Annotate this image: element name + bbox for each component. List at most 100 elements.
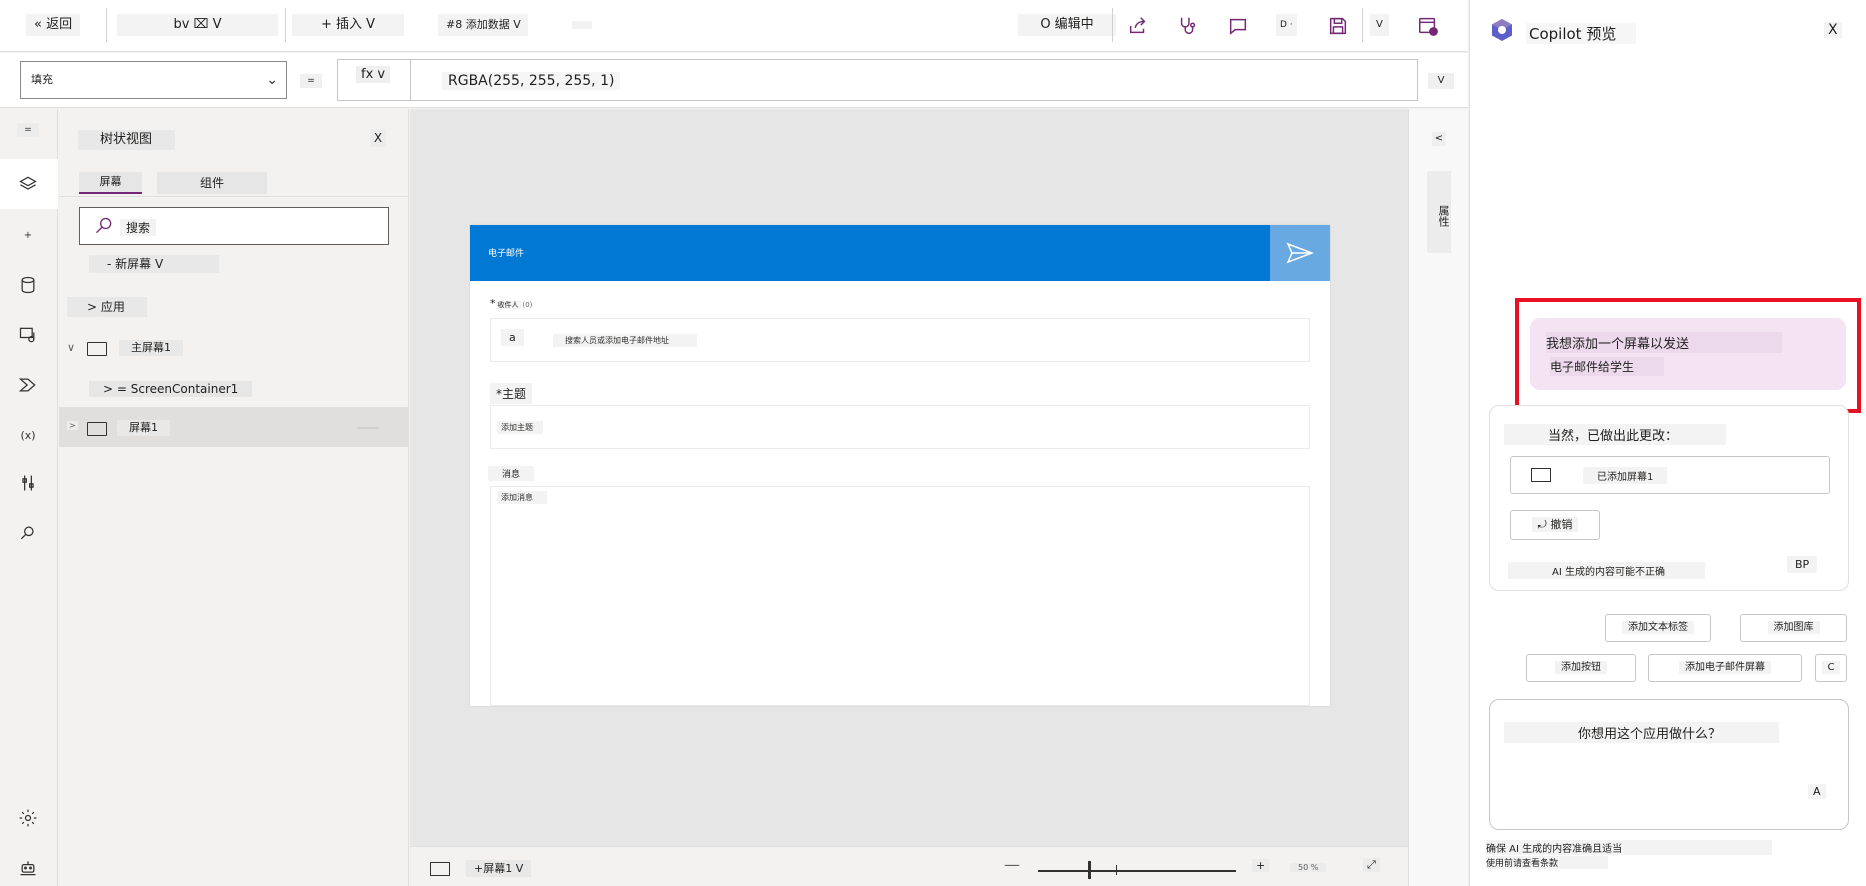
comments-icon[interactable] xyxy=(1224,12,1252,40)
zoom-slider-thumb[interactable] xyxy=(1088,861,1091,879)
footer-disclaimer: 确保 AI 生成的内容准确且适当 xyxy=(1486,840,1773,855)
fit-to-window-button[interactable]: ⤢ xyxy=(1363,858,1380,872)
screen-selector[interactable]: +屏幕1 V xyxy=(466,860,532,877)
added-screen-item[interactable]: 已添加屏幕1 xyxy=(1510,456,1830,494)
tree-view-title: 树状视图 xyxy=(78,130,175,150)
suggestion-refresh-button[interactable]: C xyxy=(1815,654,1847,682)
close-tree-button[interactable]: X xyxy=(370,129,386,147)
send-button[interactable] xyxy=(1270,225,1330,281)
email-screen-preview: 电子邮件 * 收件人 (0) a 搜索人员或添加电子邮件地址 *主题 添加主题 消息… xyxy=(470,225,1330,706)
app-checker-stethoscope-icon[interactable] xyxy=(1174,12,1202,40)
avatar: a xyxy=(501,329,524,346)
fx-button[interactable]: fx v xyxy=(338,60,411,100)
d-menu[interactable]: D · xyxy=(1276,14,1297,36)
separator xyxy=(1362,8,1363,42)
to-count: (0) xyxy=(522,301,533,309)
variables-icon[interactable]: (x) xyxy=(14,421,42,449)
separator xyxy=(285,8,286,42)
ai-disclaimer: AI 生成的内容可能不正确 xyxy=(1508,562,1705,579)
reply-heading: 当然，已做出此更改： xyxy=(1504,424,1727,445)
expand-properties-button[interactable]: < xyxy=(1432,132,1446,146)
chip-label: 添加文本标签 xyxy=(1622,621,1694,634)
undo-button[interactable]: ⤾ 撤销 xyxy=(1510,510,1600,540)
to-people-picker[interactable]: a 搜索人员或添加电子邮件地址 xyxy=(490,318,1310,362)
formula-input-box[interactable]: fx v RGBA(255, 255, 255, 1) xyxy=(337,59,1418,101)
suggestion-add-text-label[interactable]: 添加文本标签 xyxy=(1605,614,1711,642)
tree-item-main-screen[interactable]: ∨ 主屏幕1 xyxy=(59,327,409,369)
send-prompt-button[interactable]: A xyxy=(1808,784,1826,799)
tree-view-layers-icon[interactable] xyxy=(14,170,42,198)
zoom-in-button[interactable]: + xyxy=(1252,859,1270,872)
fx-label: fx v xyxy=(356,66,391,83)
more-options-icon[interactable] xyxy=(357,427,379,429)
subject-input[interactable]: 添加主题 xyxy=(490,405,1310,449)
separator xyxy=(106,8,107,42)
publish-icon[interactable] xyxy=(1414,12,1442,40)
advanced-tools-icon[interactable] xyxy=(14,469,42,497)
settings-gear-icon[interactable] xyxy=(14,804,42,832)
added-screen-label: 已添加屏幕1 xyxy=(1583,467,1668,484)
highlight-box xyxy=(1515,298,1861,413)
email-header-title: 电子邮件 xyxy=(488,249,525,259)
save-dropdown-button[interactable]: V xyxy=(1370,14,1389,36)
undo-redo-button[interactable]: bv ⌧ V xyxy=(117,14,278,36)
message-label: 消息 xyxy=(488,466,535,481)
email-header: 电子邮件 xyxy=(470,225,1270,281)
tree-search-input[interactable]: 搜索 xyxy=(79,207,389,245)
editing-status-button[interactable]: O 编辑中 xyxy=(1018,14,1116,36)
search-icon[interactable] xyxy=(14,519,42,547)
suggestion-add-button[interactable]: 添加按钮 xyxy=(1526,654,1636,682)
property-dropdown[interactable]: 填充 ⌄ xyxy=(20,61,287,99)
footer-terms-link[interactable]: 使用前请查看条款 xyxy=(1486,856,1609,869)
media-icon[interactable] xyxy=(14,321,42,349)
add-data-button[interactable]: #8 添加数据 V xyxy=(438,14,528,36)
tree-item-app[interactable]: > 应用 xyxy=(67,297,147,317)
save-icon[interactable] xyxy=(1324,12,1352,40)
tree-item-screen-container[interactable]: > = ScreenContainer1 xyxy=(59,368,409,410)
virtual-agent-icon[interactable] xyxy=(14,854,42,882)
suggestion-add-gallery[interactable]: 添加图库 xyxy=(1740,614,1847,642)
left-rail: = + (x) xyxy=(0,109,58,886)
chevron-right-icon[interactable]: > xyxy=(67,421,78,430)
zoom-slider[interactable] xyxy=(1038,870,1236,872)
suggestion-add-email-screen[interactable]: 添加电子邮件屏幕 xyxy=(1648,654,1802,682)
tab-components[interactable]: 组件 xyxy=(157,172,267,194)
copilot-logo-icon xyxy=(1492,19,1512,41)
chevron-down-icon: ⌄ xyxy=(266,72,278,88)
insert-plus-icon[interactable]: + xyxy=(14,221,42,249)
separator xyxy=(1112,8,1113,42)
data-database-icon[interactable] xyxy=(14,271,42,299)
chevron-down-icon[interactable]: ∨ xyxy=(67,341,75,354)
properties-tab[interactable]: 属性 xyxy=(1427,171,1451,253)
properties-rail: < 属性 xyxy=(1408,109,1468,886)
screen-icon xyxy=(430,862,450,876)
expand-formula-button[interactable]: V xyxy=(1428,73,1454,89)
search-placeholder: 搜索 xyxy=(120,219,157,236)
status-bar: +屏幕1 V — + 50 % ⤢ xyxy=(410,846,1408,886)
close-copilot-button[interactable]: X xyxy=(1824,22,1842,38)
power-automate-icon[interactable] xyxy=(14,371,42,399)
copilot-prompt-input[interactable]: 你想用这个应用做什么？ A xyxy=(1489,699,1849,830)
feedback-buttons[interactable]: BP xyxy=(1787,556,1818,573)
equals-sign: = xyxy=(300,74,322,88)
to-label: * 收件人 (0) xyxy=(490,297,532,310)
more-placeholder xyxy=(572,21,592,29)
zoom-out-button[interactable]: — xyxy=(1004,855,1020,874)
to-label-text: 收件人 xyxy=(495,301,521,309)
share-icon[interactable] xyxy=(1124,12,1152,40)
screen-icon xyxy=(1531,468,1551,482)
insert-button[interactable]: + 插入 V xyxy=(292,14,404,36)
formula-value[interactable]: RGBA(255, 255, 255, 1) xyxy=(442,72,621,90)
chip-label: 添加按钮 xyxy=(1555,661,1607,674)
hamburger-menu-icon[interactable]: = xyxy=(17,123,39,137)
back-button[interactable]: « 返回 xyxy=(26,14,81,36)
copilot-reply-card: 当然，已做出此更改： 已添加屏幕1 ⤾ 撤销 AI 生成的内容可能不正确 BP xyxy=(1489,405,1849,591)
send-icon xyxy=(1286,242,1314,264)
tree-item-screen1[interactable]: > 屏幕1 xyxy=(59,407,409,447)
new-screen-button[interactable]: - 新屏幕 V xyxy=(89,255,219,273)
message-input[interactable]: 添加消息 xyxy=(490,486,1310,706)
tree-item-label: 主屏幕1 xyxy=(119,340,183,356)
tab-screens[interactable]: 屏幕 xyxy=(79,172,142,194)
tree-item-label: > = ScreenContainer1 xyxy=(89,381,253,397)
tree-item-label: 屏幕1 xyxy=(117,420,170,436)
